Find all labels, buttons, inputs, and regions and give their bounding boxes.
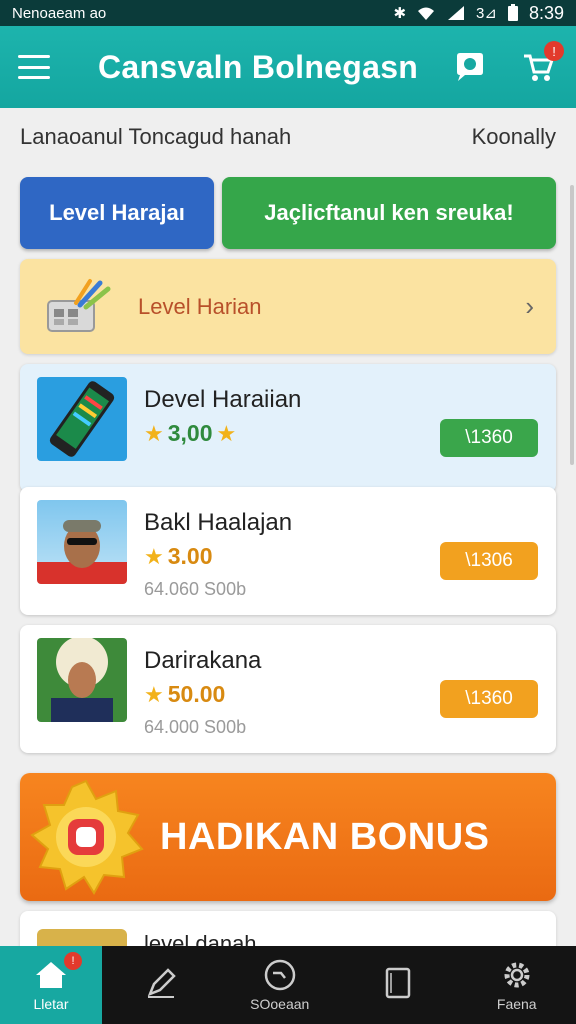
subheader-right[interactable]: Koonally [472,124,556,150]
clock-icon [262,958,298,992]
level-row-label: Level Harian [138,293,262,319]
card-rating: ★ 3,00 ★ [144,420,236,447]
card-subtext: 64.060 S00b [144,579,247,599]
price-button[interactable]: \1306 [440,542,538,580]
list-item[interactable]: Devel Haraiian ★ 3,00 ★ \1360 [20,364,556,492]
nav-tablet[interactable] [339,946,458,1024]
nav-label: SOoeaan [250,996,310,1012]
chat-icon[interactable] [450,47,490,87]
phone-thumbnail [37,377,127,461]
menu-icon[interactable] [18,55,50,79]
subheader: Lanaoanul Toncagud hanah Koonally [20,124,556,150]
card-title: Devel Haraiian [144,386,302,413]
app-title: Cansvaln Bolnegasn [98,48,419,85]
scrollbar[interactable] [570,185,574,465]
level-button[interactable]: Level Harajaı [20,177,214,249]
cart-badge: ! [544,41,564,61]
subheader-left: Lanaoanul Toncagud hanah [20,124,292,149]
level-row[interactable]: Level Harian › [20,259,556,354]
rating-value: 50.00 [167,681,226,707]
battery-icon [507,4,518,21]
card-subtext: 64.000 S00b [144,717,247,737]
price-button[interactable]: \1360 [440,680,538,718]
status-bar: Nenoaeam ao ✱ 3⊿ 8:39 [0,0,576,26]
clock-time: 8:39 [528,2,564,23]
star-icon: ★ [144,543,164,569]
sun-badge-icon [26,777,146,897]
rating-value: 3,00 [167,420,213,446]
price-button[interactable]: \1360 [440,419,538,457]
chevron-right-icon: › [525,291,534,321]
list-item[interactable]: Darirakana ★ 50.00 64.000 S00b \1360 [20,625,556,753]
gear-icon [499,958,535,992]
edit-icon [143,966,179,1000]
bluetooth-icon: ✱ [393,5,407,22]
carrier-suffix: ao [89,4,107,22]
list-item[interactable]: Bakl Haalajan ★ 3.00 64.060 S00b \1306 [20,487,556,615]
rating-value: 3.00 [167,543,213,569]
nav-home[interactable]: ! Lletar [0,946,102,1024]
avatar [37,638,127,722]
card-title: Darirakana [144,647,262,674]
star-icon: ★ [144,420,164,446]
nav-label: Faena [496,996,537,1012]
nav-edit[interactable] [102,946,221,1024]
card-rating: ★ 3.00 [144,543,213,570]
nav-history[interactable]: SOoeaan [221,946,340,1024]
avatar [37,500,127,584]
card-rating: ★ 50.00 [144,681,225,708]
nav-label: Lletar [33,996,69,1012]
signal-icon [448,6,465,20]
wifi-icon [418,7,435,20]
carrier-label: Nenoaeam [12,4,86,22]
list-item[interactable]: level danah [20,911,556,951]
bottom-nav: ! Lletar SOoeaan Faena [0,946,576,1024]
nav-badge: ! [64,952,82,970]
tablet-icon [380,966,416,1000]
bonus-banner[interactable]: HADIKAN BONUS [20,773,556,901]
card-title: Bakl Haalajan [144,509,293,536]
cart-icon[interactable]: ! [518,41,564,87]
star-icon: ★ [144,681,164,707]
nav-settings[interactable]: Faena [458,946,576,1024]
toolbox-icon [42,275,114,339]
app-bar: Cansvaln Bolnegasn ! [0,26,576,108]
star-icon: ★ [216,420,237,446]
bonus-text: HADIKAN BONUS [160,815,490,858]
promo-button[interactable]: Jaçlicftanul ken sreuka! [222,177,556,249]
signal-label: 3⊿ [476,5,497,22]
